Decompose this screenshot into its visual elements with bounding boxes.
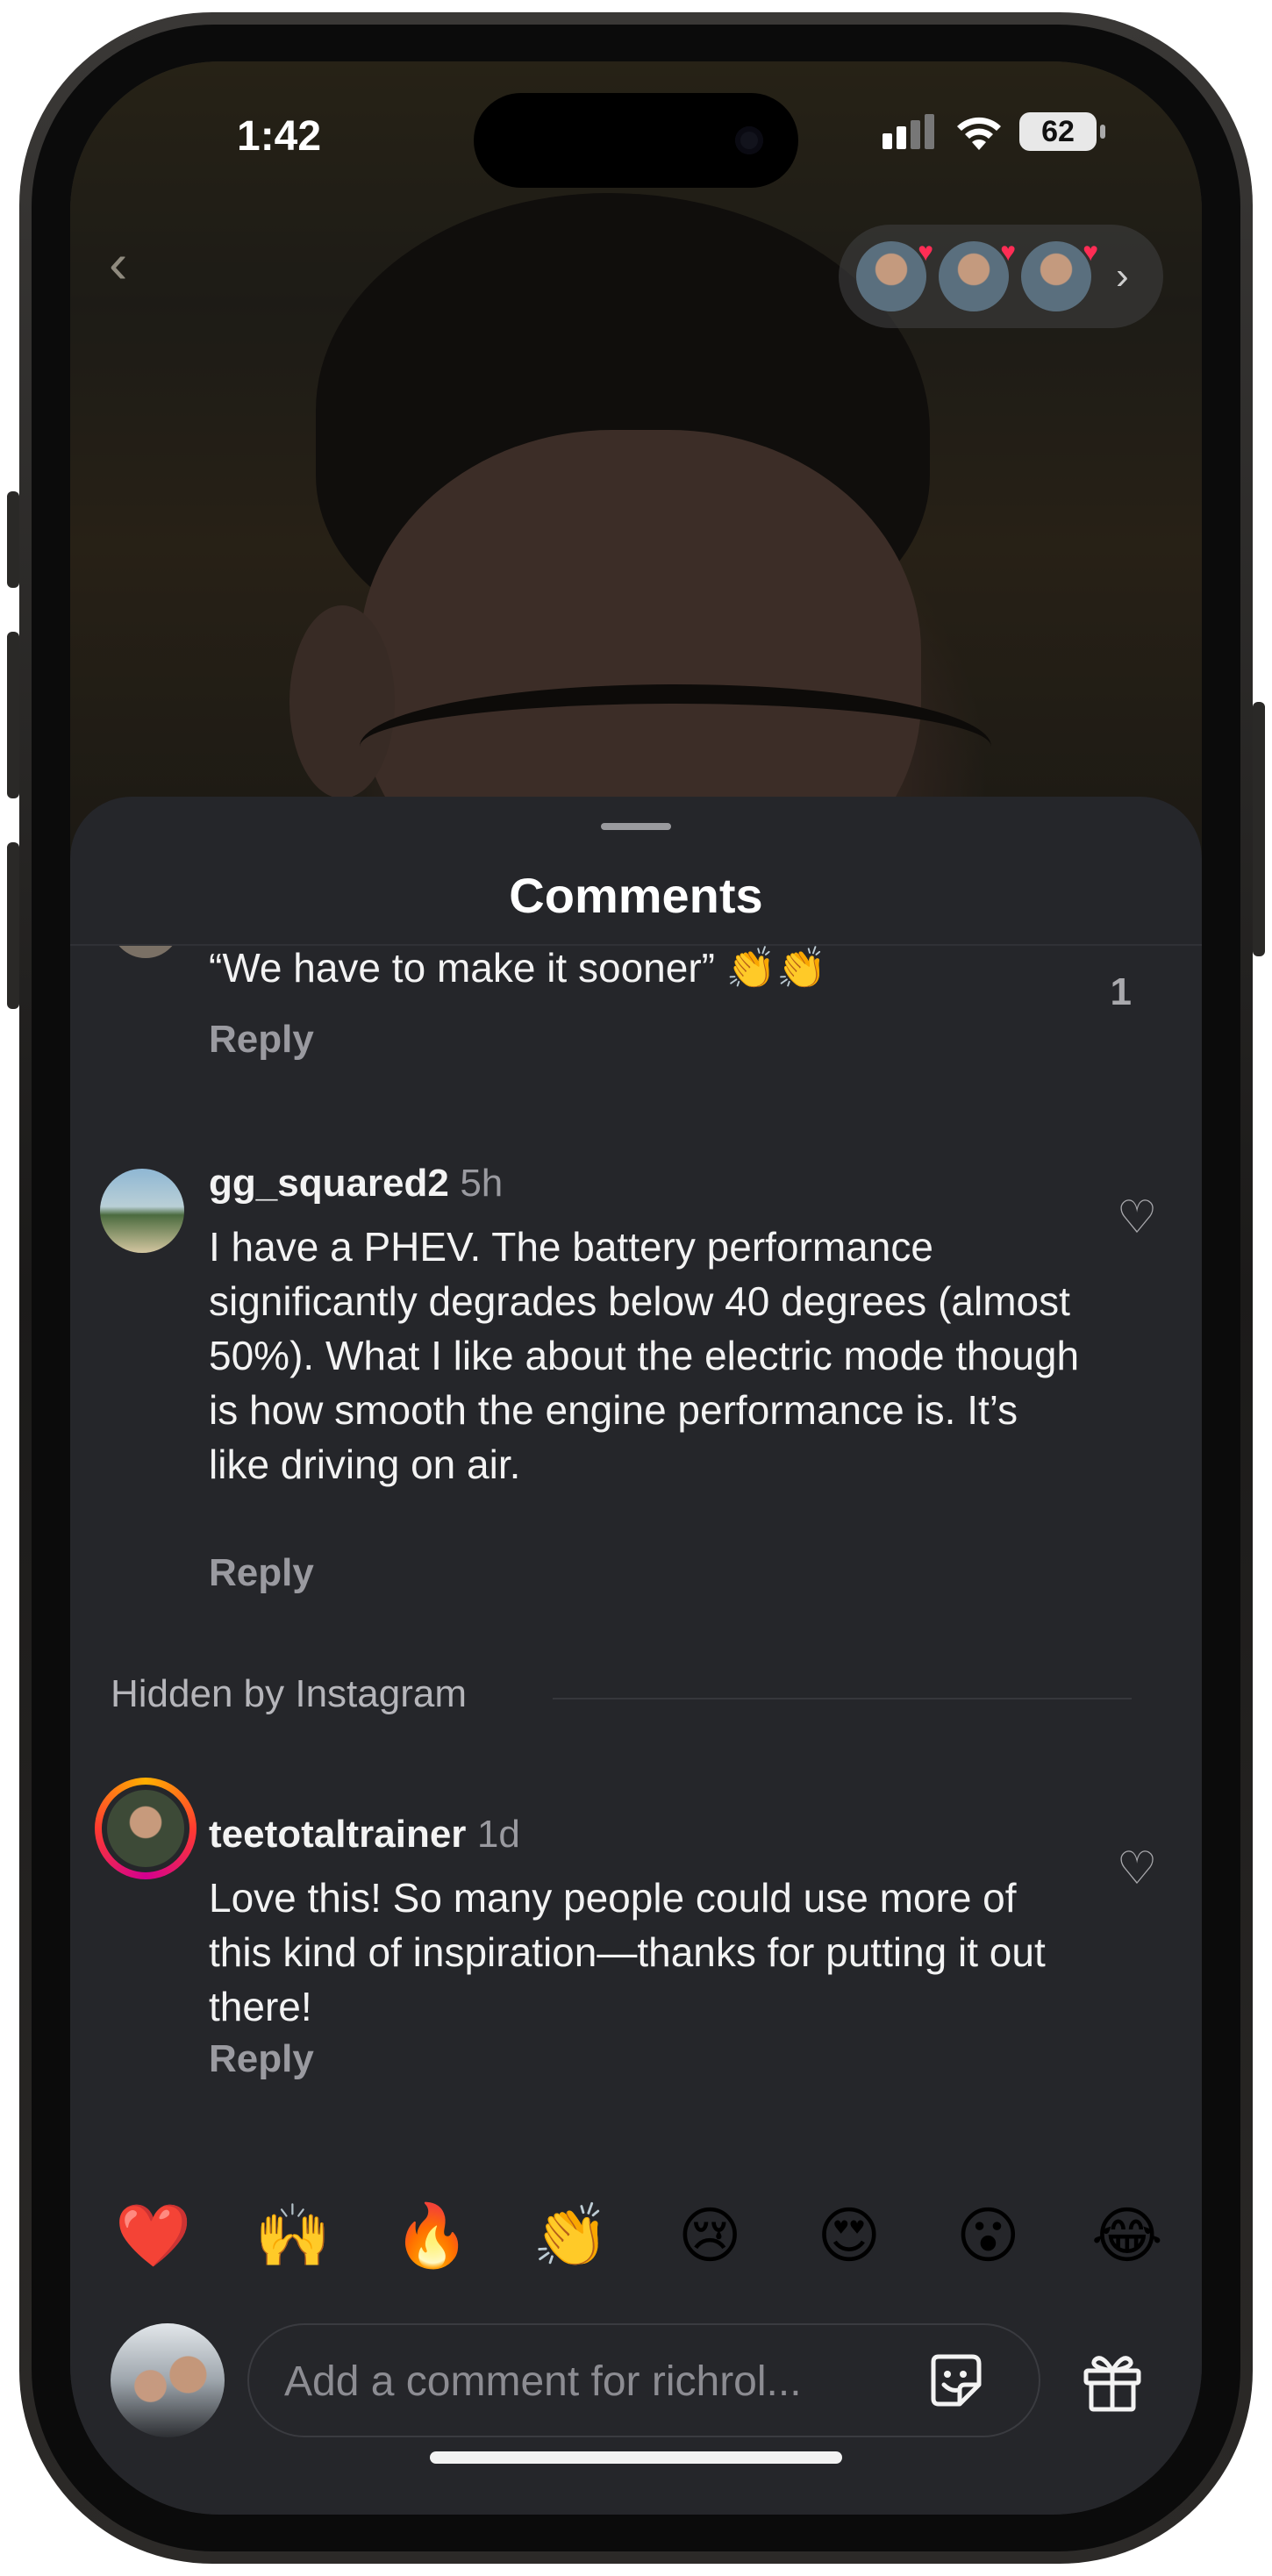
comment-username[interactable]: gg_squared2	[209, 1162, 449, 1205]
emoji-laughing[interactable]: 😂	[1079, 2192, 1176, 2279]
power-button	[1253, 702, 1265, 956]
battery-icon: 62	[1019, 112, 1105, 151]
reply-button[interactable]: Reply	[209, 1018, 314, 1062]
comment-header: teetotaltrainer 1d	[209, 1813, 520, 1857]
emoji-raised-hands[interactable]: 🙌	[245, 2192, 341, 2279]
emoji-fire[interactable]: 🔥	[383, 2192, 480, 2279]
comments-list[interactable]: “We have to make it sooner” 👏👏 Reply 1 g…	[70, 946, 1202, 2086]
comment-text: I have a PHEV. The battery performance s…	[209, 1224, 1080, 1487]
sheet-title: Comments	[509, 868, 763, 923]
home-indicator[interactable]	[430, 2451, 842, 2464]
emoji-heart[interactable]: ❤️	[105, 2192, 202, 2279]
story-avatar[interactable]: ♥	[1021, 238, 1098, 311]
chevron-right-icon[interactable]: ›	[1116, 254, 1129, 298]
reply-button[interactable]: Reply	[209, 1551, 314, 1595]
avatar[interactable]	[111, 946, 181, 958]
status-indicators: 62	[883, 112, 1105, 151]
comment-username[interactable]: teetotaltrainer	[209, 1813, 466, 1856]
action-button	[7, 491, 19, 588]
volume-up-button	[7, 632, 19, 798]
avatar[interactable]	[102, 1785, 189, 1872]
comment-text: “We have to make it sooner” 👏👏	[209, 946, 827, 991]
status-time: 1:42	[237, 113, 322, 160]
comment-timestamp: 5h	[460, 1162, 504, 1205]
emoji-surprised[interactable]: 😮	[940, 2192, 1036, 2279]
story-avatar[interactable]: ♥	[856, 238, 933, 311]
sticker-icon[interactable]	[925, 2350, 986, 2411]
story-avatar[interactable]: ♥	[939, 238, 1016, 311]
heart-outline-icon[interactable]: ♡	[1112, 1193, 1161, 1242]
heart-outline-icon[interactable]: ♡	[1112, 1844, 1161, 1893]
divider	[553, 1698, 1132, 1699]
sheet-grabber[interactable]	[601, 823, 671, 830]
heart-badge-icon: ♥	[1000, 238, 1016, 267]
gift-icon[interactable]	[1081, 2350, 1144, 2413]
front-camera-icon	[735, 126, 763, 154]
comment-input[interactable]	[282, 2351, 883, 2411]
current-user-avatar	[111, 2323, 225, 2437]
emoji-heart-eyes[interactable]: 😍	[801, 2192, 897, 2279]
cellular-signal-icon	[883, 114, 934, 149]
heart-badge-icon: ♥	[918, 238, 933, 267]
chevron-left-icon[interactable]: ‹	[109, 228, 158, 298]
comment-composer[interactable]	[247, 2323, 1040, 2437]
screen: 1:42 62 ‹ ♥ ♥ ♥ › Comments “We have to m…	[70, 61, 1202, 2515]
hidden-comments-toggle[interactable]: Hidden by Instagram	[111, 1672, 467, 1716]
comments-sheet: Comments “We have to make it sooner” 👏👏 …	[70, 797, 1202, 2515]
comment-timestamp: 1d	[476, 1813, 520, 1856]
comment-text: Love this! So many people could use more…	[209, 1875, 1046, 2029]
wifi-icon	[957, 117, 1001, 150]
heart-badge-icon: ♥	[1083, 238, 1098, 267]
reply-button[interactable]: Reply	[209, 2037, 314, 2081]
story-viewers-pill[interactable]: ♥ ♥ ♥ ›	[839, 225, 1163, 328]
avatar[interactable]	[100, 1169, 184, 1253]
comment-header: gg_squared2 5h	[209, 1162, 503, 1206]
quick-reaction-bar: ❤️ 🙌 🔥 👏 😢 😍 😮 😂	[105, 2192, 1176, 2279]
volume-down-button	[7, 842, 19, 1009]
emoji-clap[interactable]: 👏	[523, 2192, 619, 2279]
dynamic-island	[474, 93, 798, 188]
emoji-crying[interactable]: 😢	[661, 2192, 758, 2279]
like-count: 1	[1110, 970, 1132, 1013]
